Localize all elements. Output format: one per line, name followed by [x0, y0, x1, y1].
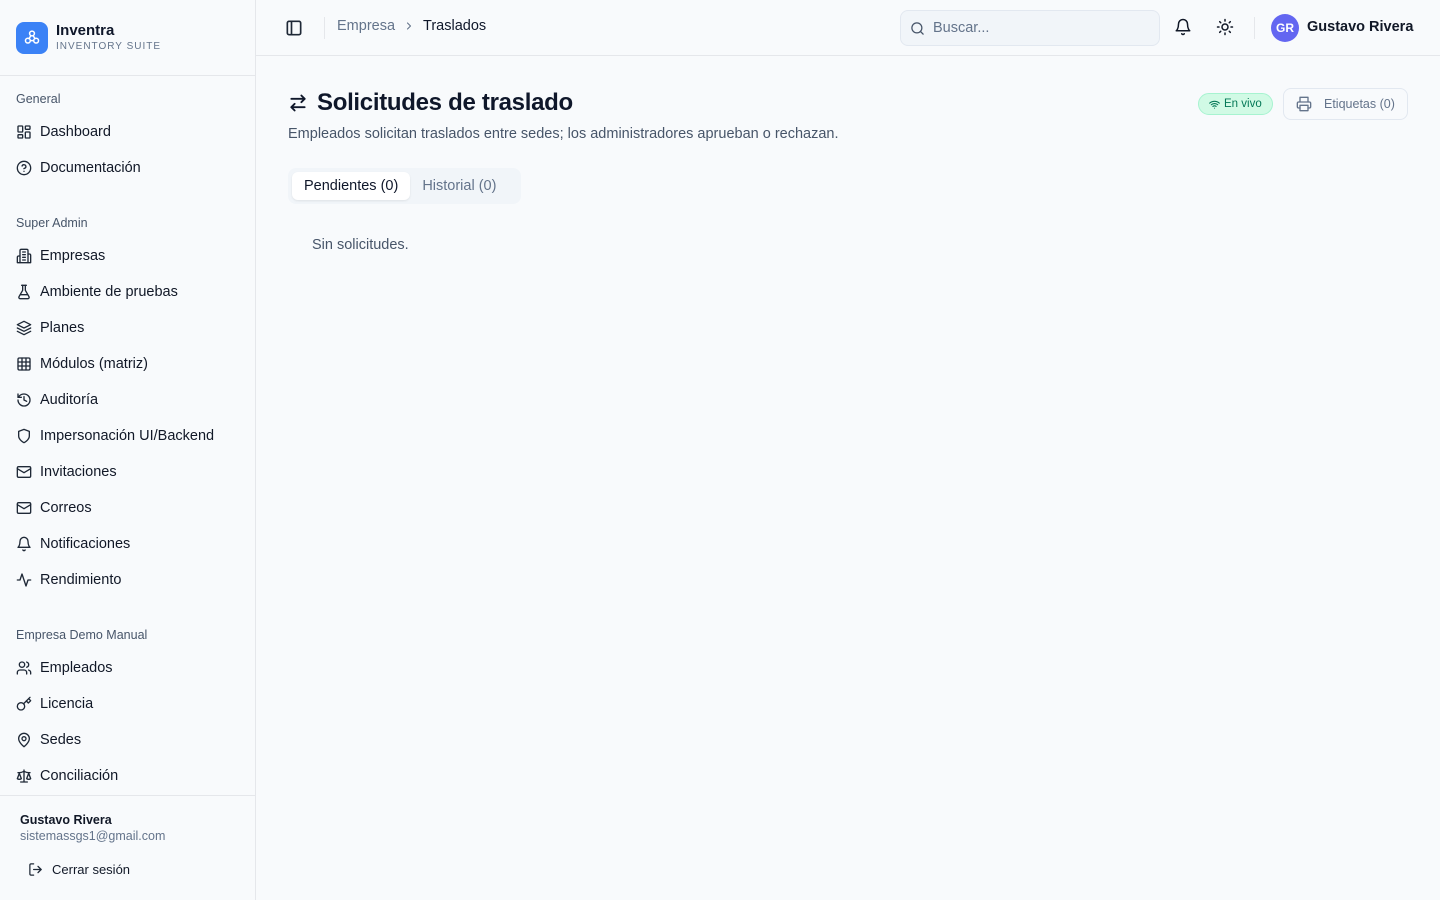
sidebar-item-label: Conciliación [40, 768, 119, 784]
logout-label: Cerrar sesión [52, 861, 131, 877]
layers-icon [16, 320, 32, 336]
brand-subtitle: INVENTORY SUITE [56, 41, 162, 52]
shield-icon [18, 428, 30, 444]
divider [324, 17, 325, 39]
breadcrumb-current: Traslados [423, 18, 487, 34]
sidebar-item-ambiente-de-pruebas[interactable]: Ambiente de pruebas [8, 276, 248, 308]
sidebar-footer: Gustavo Rivera sistemassgs1@gmail.com Ce… [0, 795, 255, 900]
tab-historial[interactable]: Historial (0) [410, 172, 508, 200]
key-icon [16, 696, 32, 711]
search-icon [911, 21, 924, 35]
divider [1254, 17, 1255, 39]
help-circle-icon [16, 160, 32, 176]
building-icon [16, 248, 32, 264]
sidebar-item-label: Licencia [40, 696, 94, 712]
panel-left-icon [286, 20, 302, 36]
brand-name: Inventra [56, 22, 115, 39]
topbar: Empresa Traslados GR Gustavo Rivera [256, 0, 1440, 56]
sidebar-item-modulos-matriz[interactable]: Módulos (matriz) [8, 348, 248, 380]
map-pin-icon [18, 732, 30, 748]
mail-icon [16, 466, 32, 478]
page-subtitle: Empleados solicitan traslados entre sede… [288, 126, 839, 142]
sidebar-item-licencia[interactable]: Licencia [8, 688, 248, 720]
sidebar-item-label: Empresas [40, 248, 106, 264]
bell-icon [1175, 18, 1191, 36]
scale-icon [16, 769, 32, 783]
layout-grid-icon [17, 125, 31, 139]
labels-button-label: Etiquetas (0) [1324, 97, 1395, 111]
sidebar-item-empleados[interactable]: Empleados [8, 652, 248, 684]
sidebar-item-invitaciones[interactable]: Invitaciones [8, 456, 248, 488]
page-title: Solicitudes de traslado [317, 89, 573, 116]
page-title-row: Solicitudes de traslado [288, 89, 573, 117]
sidebar-item-sedes[interactable]: Sedes [8, 724, 248, 756]
sidebar-item-impersonacion[interactable]: Impersonación UI/Backend [8, 420, 248, 452]
search-box[interactable] [900, 10, 1160, 46]
footer-user-email: sistemassgs1@gmail.com [20, 829, 166, 843]
sidebar-item-label: Dashboard [40, 124, 111, 140]
sidebar-item-label: Documentación [40, 160, 141, 176]
empty-state-message: Sin solicitudes. [312, 237, 409, 253]
sidebar-item-label: Ambiente de pruebas [40, 284, 178, 300]
live-badge-label: En vivo [1224, 98, 1262, 110]
activity-icon [16, 573, 32, 587]
theme-toggle-button[interactable] [1216, 18, 1236, 38]
user-menu-name[interactable]: Gustavo Rivera [1307, 19, 1413, 35]
breadcrumb-parent-link[interactable]: Empresa [337, 18, 395, 34]
sidebar-item-empresas[interactable]: Empresas [8, 240, 248, 272]
chevron-right-icon [406, 22, 412, 30]
logout-button[interactable]: Cerrar sesión [20, 856, 130, 882]
nav-group-general: General [16, 92, 61, 106]
users-icon [16, 661, 32, 675]
sidebar-item-label: Correos [40, 500, 92, 516]
sidebar-item-documentacion[interactable]: Documentación [8, 152, 248, 184]
printer-icon [1296, 96, 1312, 112]
sidebar-item-label: Impersonación UI/Backend [40, 428, 215, 444]
sidebar-item-planes[interactable]: Planes [8, 312, 248, 344]
sidebar-item-label: Invitaciones [40, 464, 117, 480]
sidebar-item-conciliacion[interactable]: Conciliación [8, 760, 248, 792]
wifi-icon [1209, 100, 1220, 109]
sidebar-item-auditoria[interactable]: Auditoría [8, 384, 248, 416]
live-status-badge: En vivo [1198, 93, 1273, 115]
nav-group-super-admin: Super Admin [16, 216, 88, 230]
sidebar-item-notificaciones[interactable]: Notificaciones [8, 528, 248, 560]
main-content: Solicitudes de traslado Empleados solici… [256, 56, 1440, 900]
sidebar-item-label: Empleados [40, 660, 113, 676]
brand-logo-icon [16, 21, 48, 54]
tab-pendientes[interactable]: Pendientes (0) [292, 172, 411, 200]
sidebar: Inventra INVENTORY SUITE General Dashboa… [0, 0, 256, 900]
avatar[interactable]: GR [1271, 14, 1299, 42]
sidebar-item-rendimiento[interactable]: Rendimiento [8, 564, 248, 596]
sidebar-item-correos[interactable]: Correos [8, 492, 248, 524]
sidebar-item-label: Planes [40, 320, 85, 336]
history-icon [17, 393, 31, 407]
sidebar-item-label: Notificaciones [40, 536, 131, 552]
table-icon [17, 357, 31, 371]
flask-icon [18, 284, 30, 300]
sidebar-item-label: Auditoría [40, 392, 99, 408]
tabs: Pendientes (0) Historial (0) [288, 168, 521, 204]
sidebar-item-label: Rendimiento [40, 572, 122, 588]
footer-user-name: Gustavo Rivera [20, 813, 112, 827]
sidebar-item-label: Sedes [40, 732, 82, 748]
print-labels-button[interactable]: Etiquetas (0) [1283, 88, 1408, 120]
arrow-left-right-icon [290, 94, 306, 112]
mail-icon [16, 502, 32, 514]
brand[interactable]: Inventra INVENTORY SUITE [0, 0, 255, 76]
notifications-button[interactable] [1174, 18, 1194, 38]
sun-icon [1216, 18, 1234, 36]
sidebar-item-dashboard[interactable]: Dashboard [8, 116, 248, 148]
sidebar-toggle-button[interactable] [284, 18, 304, 38]
breadcrumb: Empresa Traslados [337, 18, 486, 34]
logout-icon [29, 862, 42, 876]
bell-icon [17, 536, 31, 552]
sidebar-item-label: Módulos (matriz) [40, 356, 148, 372]
search-input[interactable] [933, 20, 1143, 36]
nav-group-empresa-demo: Empresa Demo Manual [16, 628, 148, 642]
